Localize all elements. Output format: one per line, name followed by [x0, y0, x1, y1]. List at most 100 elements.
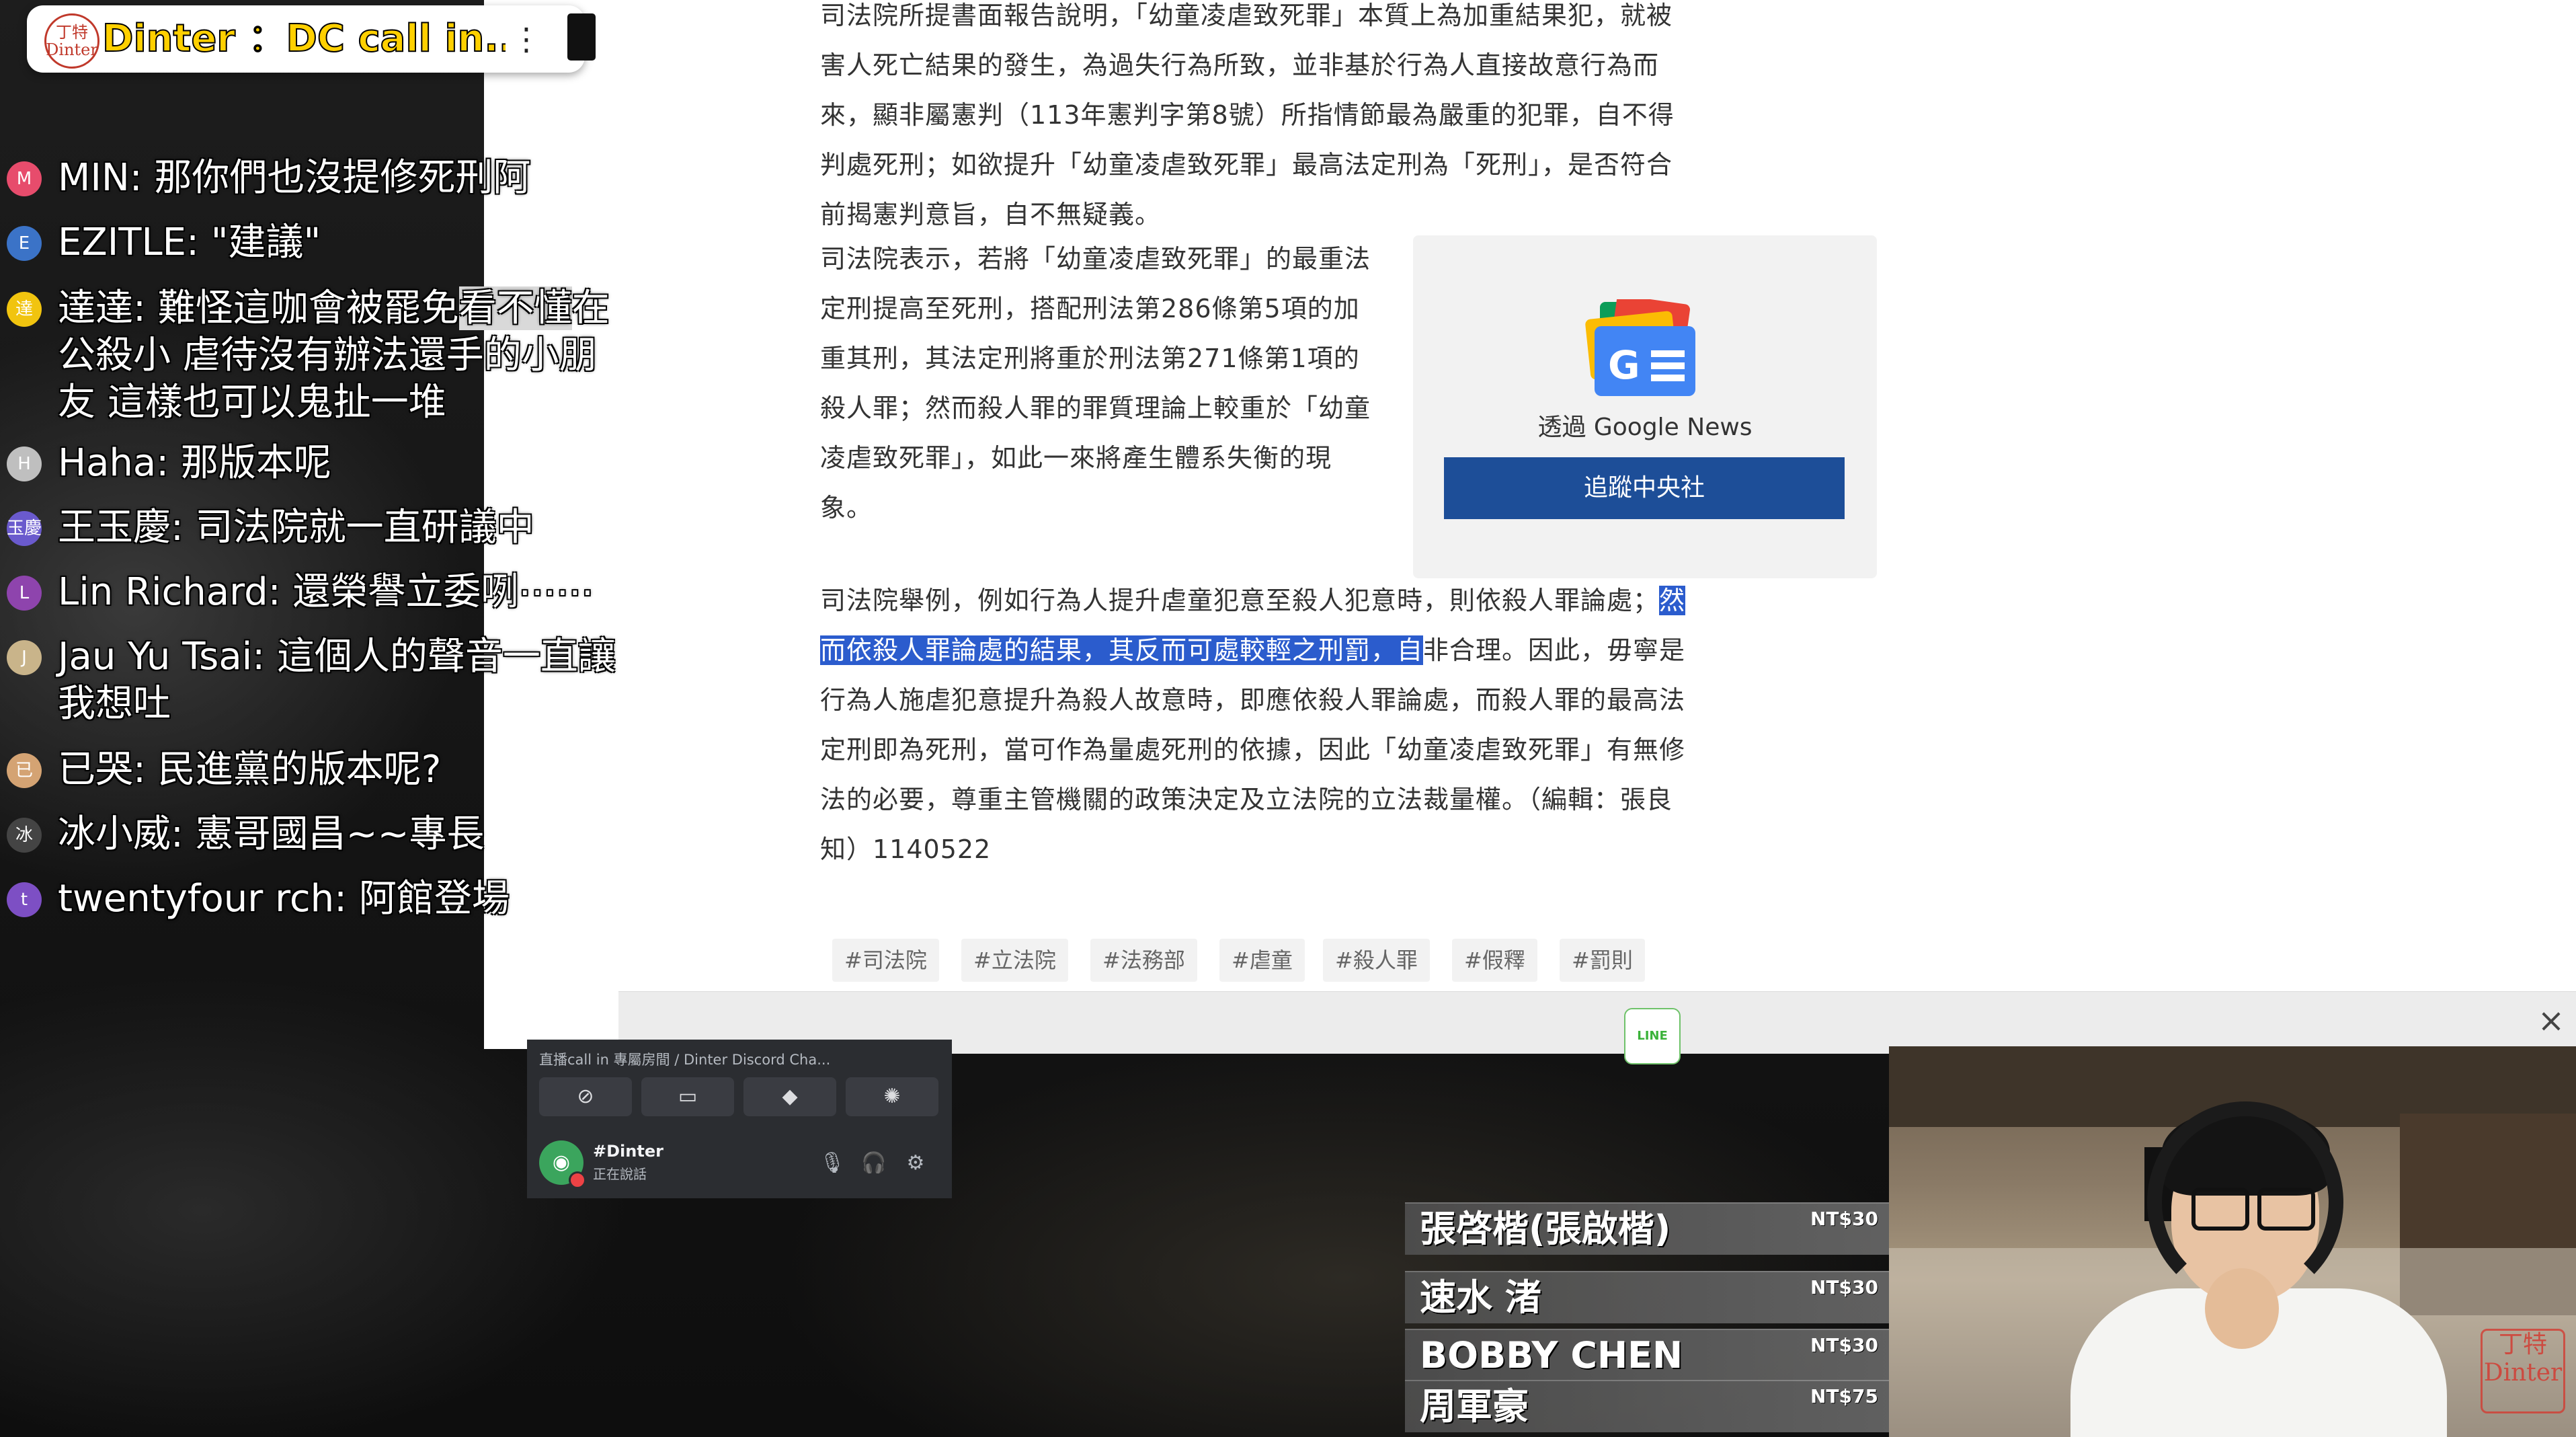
- article-paragraph-1: 司法院所提書面報告說明，「幼童凌虐致死罪」本質上為加重結果犯，就被害人死亡結果的…: [820, 1, 1675, 229]
- article-paragraph-3: 司法院舉例，例如行為人提升虐童犯意至殺人犯意時，則依殺人罪論處；然而依殺人罪論處…: [820, 576, 1687, 874]
- chat-message: L Lin Richard: 還榮譽立委咧⋯⋯: [7, 569, 625, 616]
- chat-author: twentyfour rch: [58, 877, 335, 921]
- chat-message: t twentyfour rch: 阿館登場: [7, 876, 625, 923]
- chat-author: 達達: [58, 286, 133, 330]
- article-tag[interactable]: #殺人罪: [1323, 939, 1430, 982]
- article-paragraph-3-start: 司法院舉例，例如行為人提升虐童犯意至殺人犯意時，則依殺人罪論處；: [820, 586, 1660, 615]
- chat-avatar: 玉慶: [7, 511, 42, 546]
- article-tag[interactable]: #虐童: [1219, 939, 1305, 982]
- chat-separator: :: [171, 506, 196, 549]
- chat-message: E EZITLE: "建議": [7, 219, 625, 266]
- chat-highlight: 看不懂: [458, 286, 572, 330]
- kebab-menu-icon[interactable]: ⋮: [511, 12, 542, 66]
- chat-message: 達達達: 難怪這咖會被罷免看不懂在公殺小 虐待沒有辦法還手的小朋友 這樣也可以鬼…: [7, 285, 625, 426]
- chat-avatar: M: [7, 161, 42, 196]
- activity-icon[interactable]: ◆: [743, 1077, 836, 1116]
- chat-header: 丁特 Dinter Dinter ：DC call in... ⋮: [27, 5, 596, 73]
- donation-row: 周軍豪 NT$75: [1405, 1380, 1889, 1432]
- chat-text: 阿館登場: [358, 877, 510, 921]
- chat-separator: :: [186, 221, 211, 264]
- chat-author: Jau Yu Tsai: [58, 635, 253, 678]
- mic-icon[interactable]: 🎙: [816, 1147, 848, 1179]
- chat-text: 那版本呢: [180, 441, 331, 485]
- chat-text: "建議": [210, 221, 321, 264]
- close-icon[interactable]: ×: [2534, 1004, 2568, 1038]
- google-news-follow-card: G 透過 Google News 追蹤中央社: [1413, 235, 1877, 578]
- chat-avatar: H: [7, 446, 42, 481]
- chat-author: 王玉慶: [58, 506, 171, 549]
- screen-share-icon[interactable]: ▭: [641, 1077, 734, 1116]
- article-tag[interactable]: #司法院: [832, 939, 939, 982]
- chat-avatar: L: [7, 576, 42, 611]
- donor-name: 周軍豪: [1420, 1385, 1529, 1428]
- donor-name: 張啓楷(張啟楷): [1420, 1208, 1671, 1250]
- status-dot: [569, 1171, 586, 1189]
- article-paragraph-2: 司法院表示，若將「幼童凌虐致死罪」的最重法定刑提高至死刑，搭配刑法第286條第5…: [820, 244, 1371, 522]
- voice-channel-title: 直播call in 專屬房間 / Dinter Discord Cha...: [539, 1052, 831, 1068]
- article-paragraph-3-end: 非合理。因此，毋寧是行為人施虐犯意提升為殺人故意時，即應依殺人罪論處，而殺人罪的…: [820, 635, 1686, 864]
- chat-separator: :: [129, 156, 155, 200]
- channel-logo: 丁特 Dinter: [44, 13, 99, 69]
- discord-voice-panel: 直播call in 專屬房間 / Dinter Discord Cha... ⊘…: [527, 1040, 952, 1198]
- donation-amount: NT$30: [1810, 1208, 1878, 1230]
- donation-amount: NT$30: [1810, 1334, 1878, 1356]
- chat-text: 民進黨的版本呢?: [157, 748, 442, 791]
- article-tag[interactable]: #假釋: [1452, 939, 1537, 982]
- svg-text:G: G: [1608, 342, 1640, 388]
- chat-author: EZITLE: [58, 221, 187, 264]
- chat-message: J Jau Yu Tsai: 這個人的聲音一直讓我想吐: [7, 633, 625, 728]
- voice-status: 正在說話: [593, 1166, 647, 1182]
- article-tag[interactable]: #法務部: [1090, 939, 1197, 982]
- phone-icon: [567, 13, 596, 61]
- donation-row: 張啓楷(張啟楷) NT$30: [1405, 1202, 1889, 1255]
- donation-amount: NT$30: [1810, 1276, 1878, 1298]
- article-tag[interactable]: #罰則: [1560, 939, 1645, 982]
- headphones-icon[interactable]: 🎧: [858, 1147, 890, 1179]
- google-news-via-label: 透過 Google News: [1537, 414, 1753, 441]
- soundboard-icon[interactable]: ✺: [846, 1077, 938, 1116]
- chat-message: H Haha: 那版本呢: [7, 440, 625, 487]
- chat-separator: :: [133, 748, 158, 791]
- chat-author: MIN: [58, 156, 130, 200]
- donation-row: BOBBY CHEN NT$30: [1405, 1329, 1889, 1381]
- chat-separator: :: [334, 877, 359, 921]
- chat-author: 已哭: [58, 748, 133, 791]
- chat-message: 已已哭: 民進黨的版本呢?: [7, 746, 625, 793]
- chat-text: 司法院就一直研議中: [195, 506, 534, 549]
- donation-amount: NT$75: [1810, 1385, 1878, 1407]
- google-news-icon: G: [1585, 299, 1695, 396]
- settings-icon[interactable]: ⚙: [899, 1147, 932, 1179]
- chat-avatar: E: [7, 226, 42, 261]
- follow-cna-button[interactable]: 追蹤中央社: [1444, 457, 1845, 519]
- chat-message: M MIN: 那你們也沒提修死刑阿: [7, 155, 625, 202]
- chat-separator: :: [156, 441, 181, 485]
- glasses-left: [2191, 1188, 2249, 1231]
- webcam-feed: 丁特 Dinter: [1889, 1046, 2576, 1437]
- discord-username: #Dinter: [593, 1142, 663, 1161]
- chat-avatar: 冰: [7, 818, 42, 853]
- live-chat-overlay: 對三小MMIN: 那你們也沒提修死刑阿EEZITLE: "建議"達達達: 難怪這…: [0, 0, 632, 935]
- chat-title: Dinter ：DC call in...: [102, 16, 506, 61]
- donor-name: 速水 渚: [1420, 1276, 1541, 1319]
- chat-author: 冰小威: [58, 812, 171, 856]
- streamer-hand: [2205, 1268, 2279, 1349]
- chat-separator: :: [268, 570, 293, 614]
- donation-row: 速水 渚 NT$30: [1405, 1271, 1889, 1323]
- chat-text: 還榮譽立委咧⋯⋯: [292, 570, 594, 614]
- chat-author: Lin Richard: [58, 570, 268, 614]
- chat-text: 那你們也沒提修死刑阿: [154, 156, 531, 200]
- camera-off-icon[interactable]: ⊘: [539, 1077, 632, 1116]
- glasses-right: [2257, 1188, 2315, 1231]
- chat-avatar: 已: [7, 753, 42, 788]
- chat-message: 冰冰小威: 憲哥國昌~~專長: [7, 811, 625, 858]
- article-tag[interactable]: #立法院: [961, 939, 1068, 982]
- chat-avatar: 達: [7, 292, 42, 327]
- donor-name: BOBBY CHEN: [1420, 1334, 1683, 1376]
- chat-separator: :: [171, 812, 196, 856]
- channel-watermark: 丁特 Dinter: [2481, 1329, 2565, 1413]
- chat-text: 難怪這咖會被罷免: [157, 286, 459, 330]
- chat-text: 憲哥國昌~~專長: [195, 812, 485, 856]
- chat-avatar: t: [7, 882, 42, 917]
- news-article-page: 司法院所提書面報告說明，「幼童凌虐致死罪」本質上為加重結果犯，就被害人死亡結果的…: [484, 0, 2576, 1049]
- line-icon[interactable]: LINE: [1624, 1008, 1681, 1064]
